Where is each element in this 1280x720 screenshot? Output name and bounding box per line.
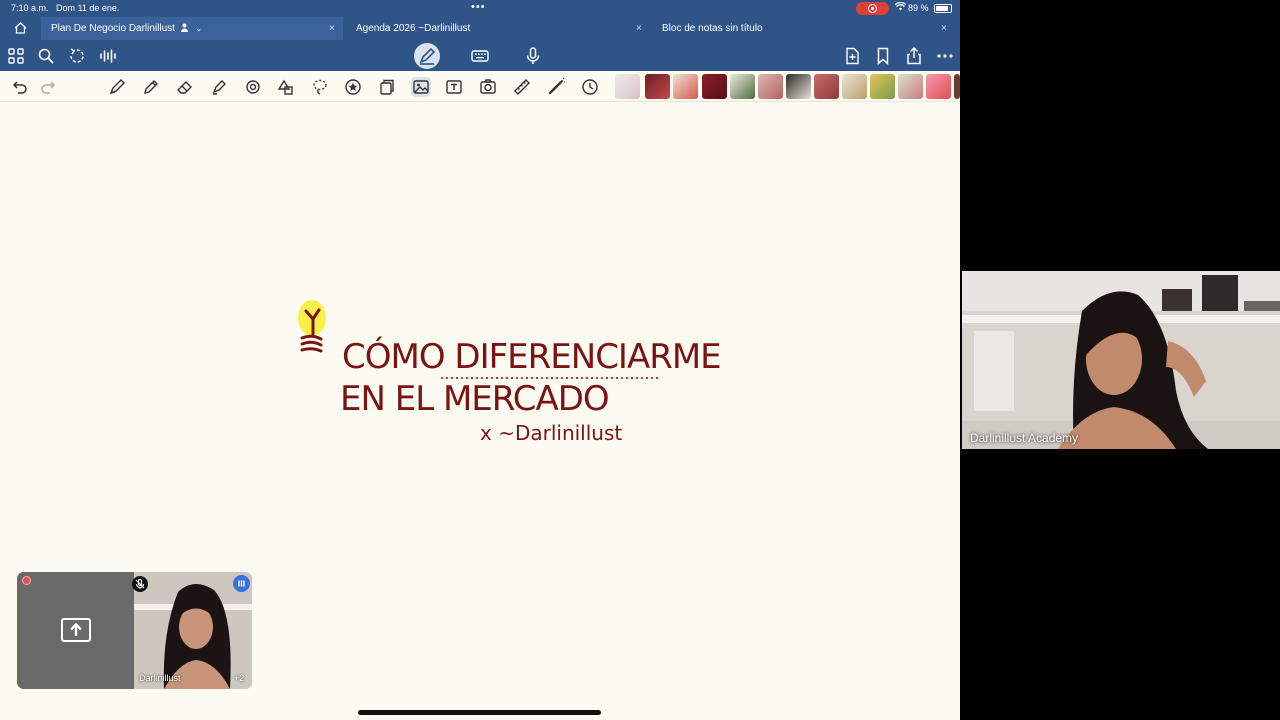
audio-icon[interactable] xyxy=(98,46,118,66)
more-icon[interactable] xyxy=(935,46,955,66)
participant-video[interactable]: Darlinillust Academy xyxy=(962,271,1280,449)
pencil-icon[interactable] xyxy=(141,77,161,97)
sticker-thumbnail[interactable] xyxy=(786,74,811,99)
battery-icon xyxy=(934,4,952,13)
multitasking-dots-icon[interactable]: ••• xyxy=(471,1,486,13)
screen-share-icon[interactable] xyxy=(60,617,92,643)
muted-mic-icon[interactable] xyxy=(132,576,148,592)
ipad-screen: 7:10 a.m. Dom 11 de ene. ••• 89 % Plan D… xyxy=(0,0,960,720)
microphone-icon[interactable] xyxy=(523,46,543,66)
drawing-tools-bar xyxy=(0,71,960,102)
shape-icon[interactable] xyxy=(243,77,263,97)
sticker-thumbnail[interactable] xyxy=(898,74,923,99)
note-title-line1: CÓMO DIFERENCIARME xyxy=(342,336,721,377)
note-signature: x ~Darlinillust xyxy=(480,421,622,445)
grid-icon[interactable] xyxy=(6,46,26,66)
close-tab-icon[interactable]: × xyxy=(636,17,642,40)
sticker-thumbnail[interactable] xyxy=(615,74,640,99)
eraser-icon[interactable] xyxy=(175,77,195,97)
sticker-thumbnail[interactable] xyxy=(758,74,783,99)
call-pip-window[interactable]: Darlinillust +2 xyxy=(17,572,252,689)
ruler-icon[interactable] xyxy=(512,77,532,97)
copy-icon[interactable] xyxy=(377,77,397,97)
pen-mode-button[interactable] xyxy=(414,43,440,69)
sticker-thumbnail[interactable] xyxy=(814,74,839,99)
text-icon[interactable] xyxy=(444,77,464,97)
sticker-thumbnail[interactable] xyxy=(954,74,960,99)
tab-label: Agenda 2026 ~Darlinillust xyxy=(356,23,471,34)
sticker-thumbnail[interactable] xyxy=(842,74,867,99)
tab-label: Bloc de notas sin título xyxy=(662,23,763,34)
status-bar: 7:10 a.m. Dom 11 de ene. ••• 89 % xyxy=(0,0,960,17)
tab-bar: Plan De Negocio Darlinillust ⌄ × Agenda … xyxy=(0,17,960,40)
participant-name-label: Darlinillust Academy xyxy=(970,431,1079,445)
screen-recording-indicator[interactable] xyxy=(856,2,889,15)
status-time: 7:10 a.m. xyxy=(11,3,49,13)
screen: 7:10 a.m. Dom 11 de ene. ••• 89 % Plan D… xyxy=(0,0,1280,720)
bookmark-icon[interactable] xyxy=(873,46,893,66)
sticker-thumbnail[interactable] xyxy=(645,74,670,99)
sticker-thumbnail[interactable] xyxy=(870,74,895,99)
sticker-thumbnail[interactable] xyxy=(702,74,727,99)
more-participants-count[interactable]: +2 xyxy=(234,673,244,683)
self-name-label: Darlinillust xyxy=(139,673,181,683)
recording-dot-icon xyxy=(22,576,31,585)
share-icon[interactable] xyxy=(904,46,924,66)
close-tab-icon[interactable]: × xyxy=(941,17,947,40)
audio-level-icon xyxy=(233,575,250,592)
home-icon[interactable] xyxy=(14,22,27,34)
status-date: Dom 11 de ene. xyxy=(56,3,120,13)
search-icon[interactable] xyxy=(36,46,56,66)
pen-icon[interactable] xyxy=(107,77,127,97)
sticker-thumbnail[interactable] xyxy=(926,74,951,99)
close-tab-icon[interactable]: × xyxy=(329,17,335,40)
screen-share-panel[interactable] xyxy=(17,572,134,689)
home-indicator[interactable] xyxy=(358,710,601,715)
sticker-thumbnail[interactable] xyxy=(673,74,698,99)
tab-label: Plan De Negocio Darlinillust xyxy=(51,23,175,34)
image-icon[interactable] xyxy=(411,77,431,97)
shared-person-icon xyxy=(180,18,188,32)
battery-percentage: 89 % xyxy=(908,3,929,13)
participant-video-frame xyxy=(962,271,1280,449)
laser-pointer-icon[interactable] xyxy=(546,77,566,97)
lasso-icon[interactable] xyxy=(310,77,330,97)
highlighter-icon[interactable] xyxy=(209,77,229,97)
add-page-icon[interactable] xyxy=(842,46,862,66)
undo-icon[interactable] xyxy=(9,77,29,97)
wifi-icon xyxy=(894,1,907,14)
sticker-thumbnail[interactable] xyxy=(730,74,755,99)
sticker-icon[interactable] xyxy=(343,77,363,97)
note-title-line2: EN EL MERCADO xyxy=(340,379,609,419)
tab-bloc-de-notas[interactable]: Bloc de notas sin título × xyxy=(652,17,957,40)
keyboard-icon[interactable] xyxy=(470,46,490,66)
tab-plan-de-negocio[interactable]: Plan De Negocio Darlinillust ⌄ × xyxy=(41,17,343,40)
tab-agenda-2026[interactable]: Agenda 2026 ~Darlinillust × xyxy=(346,17,652,40)
redo-icon[interactable] xyxy=(39,77,59,97)
main-toolbar xyxy=(0,40,960,71)
chevron-down-icon[interactable]: ⌄ xyxy=(196,24,203,33)
lasso-rotate-icon[interactable] xyxy=(67,46,87,66)
camera-scan-icon[interactable] xyxy=(478,77,498,97)
elements-icon[interactable] xyxy=(276,77,296,97)
recents-icon[interactable] xyxy=(580,77,600,97)
